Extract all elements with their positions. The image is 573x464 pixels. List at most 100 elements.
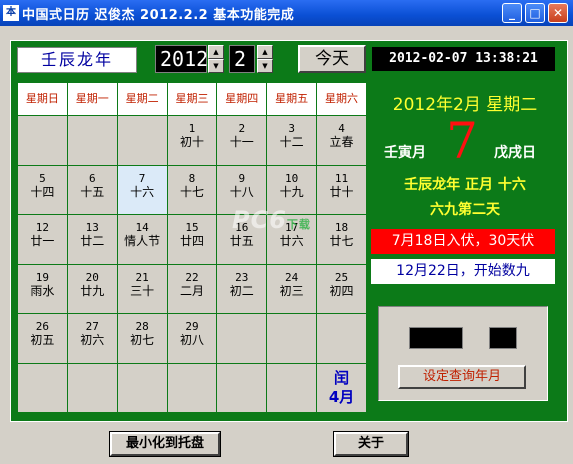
lunar-day: 廿九 [80,283,105,298]
close-button[interactable]: ✕ [548,3,568,23]
day-cell [216,362,268,413]
day-number: 4 [338,122,345,135]
minimize-to-tray-button[interactable]: 最小化到托盘 [109,431,221,457]
today-button[interactable]: 今天 [298,45,366,73]
calendar-week-row: 5 十四 6 十五 7 十六 8 十七 9 十八 10 十九 11 廿十 [17,164,367,215]
calendar-week-row: 19 雨水 20 廿九 21 三十 22 二月 23 初二 24 初三 25 初四 [17,263,367,314]
day-number: 12 [35,221,50,234]
year-up-arrow-icon[interactable]: ▲ [208,45,224,59]
query-year-field[interactable] [409,327,463,349]
day-cell[interactable]: 29 初八 [166,313,218,364]
day-cell[interactable]: 12 廿一 [17,214,68,265]
day-number: 8 [188,171,196,185]
day-cell [116,115,168,166]
leap-month-label: 闰 4月 [316,362,367,413]
lunar-day: 二月 [179,283,204,298]
query-month-field[interactable] [489,327,517,349]
day-cell[interactable]: 18 廿七 [316,214,367,265]
day-cell[interactable]: 7 十六 [116,164,168,215]
set-query-button[interactable]: 设定查询年月 [398,365,526,389]
day-cell [17,115,68,166]
day-cell[interactable]: 11 廿十 [316,164,367,215]
shujiu-notice: 12月22日，开始数九 [371,259,555,284]
month-spinner-arrows[interactable]: ▲ ▼ [257,45,273,73]
year-down-arrow-icon[interactable]: ▼ [208,59,224,73]
day-number: 21 [135,270,149,284]
day-number: 5 [39,171,46,185]
day-cell[interactable]: 3 十二 [266,115,318,166]
ganzhi-year-box: 壬辰龙年 [17,47,137,73]
calendar-week-row: 闰 4月 [17,362,367,413]
month-down-arrow-icon[interactable]: ▼ [257,59,273,73]
lunar-day: 十九 [279,184,304,199]
lunar-day: 廿一 [30,234,55,248]
day-cell[interactable]: 24 初三 [266,263,318,314]
day-number: 26 [35,320,50,333]
month-ganzhi: 壬寅月 [384,145,426,161]
weekday-header: 星期一 [66,82,118,116]
day-number: 27 [85,320,99,333]
lunar-day: 廿五 [229,234,254,248]
query-panel: 设定查询年月 [378,306,548,401]
lunar-day: 廿二 [80,234,105,248]
lunar-day: 初四 [329,283,354,298]
clock-display: 2012-02-07 13:38:21 [372,47,555,71]
day-cell[interactable]: 27 初六 [66,313,118,364]
lunar-day: 廿十 [329,184,354,199]
day-number: 20 [85,270,99,284]
minimize-button[interactable]: _ [502,3,522,23]
calendar-week-row: 1 初十 2 十一 3 十二 4 立春 [17,115,367,166]
day-cell[interactable]: 13 廿二 [66,214,118,265]
lunar-day: 十八 [229,184,254,199]
day-cell[interactable]: 22 二月 [166,263,218,314]
watermark-sub: 下载 [286,218,311,231]
day-cell[interactable]: 2 十一 [216,115,268,166]
lunar-day: 三十 [130,283,155,298]
day-cell[interactable]: 21 三十 [116,263,168,314]
maximize-button[interactable]: □ [525,3,545,23]
day-cell[interactable]: 28 初七 [116,313,168,364]
day-cell[interactable]: 15 廿四 [166,214,218,265]
day-ganzhi: 戊戌日 [494,145,536,161]
month-up-arrow-icon[interactable]: ▲ [257,45,273,59]
about-button[interactable]: 关于 [333,431,409,457]
weekday-header: 星期日 [17,82,68,116]
day-number: 2 [238,122,246,135]
day-cell [116,362,168,413]
lunar-day: 雨水 [30,283,55,298]
lunar-day: 初六 [80,333,105,347]
lunar-day: 十五 [80,184,105,199]
watermark-main: PC6 [232,206,287,234]
month-spinner-field[interactable]: 2 [229,45,255,73]
weekday-header: 星期六 [316,82,367,116]
day-cell[interactable]: 20 廿九 [66,263,118,314]
day-cell [66,115,118,166]
day-cell[interactable]: 5 十四 [17,164,68,215]
year-spinner-arrows[interactable]: ▲ ▼ [208,45,224,73]
day-cell[interactable]: 14 情人节 [116,214,168,265]
lunar-day: 廿四 [179,234,204,248]
lunar-day: 廿七 [329,234,354,248]
fu-notice: 7月18日入伏，30天伏 [371,229,555,254]
lunar-day: 十四 [30,184,55,199]
lunar-day: 廿六 [279,234,304,248]
day-number: 10 [285,171,299,185]
day-number: 13 [85,221,99,234]
day-cell[interactable]: 6 十五 [66,164,118,215]
year-spinner-field[interactable]: 2012 [155,45,208,73]
lunar-day: 十六 [130,184,155,199]
lunar-line: 壬辰龙年 正月 十六 [404,177,526,193]
day-number: 23 [235,270,249,284]
lunar-day: 十七 [179,184,204,199]
day-cell[interactable]: 1 初十 [166,115,218,166]
day-cell[interactable]: 19 雨水 [17,263,68,314]
day-cell[interactable]: 23 初二 [216,263,268,314]
calendar-week-row: 12 廿一 13 廿二 14 情人节 15 廿四 16 廿五 17 廿六 18 廿七 [17,214,367,265]
day-cell[interactable]: 25 初四 [316,263,367,314]
day-cell[interactable]: 26 初五 [17,313,68,364]
weekday-header-row: 星期日 星期一 星期二 星期三 星期四 星期五 星期六 [17,82,367,116]
day-cell[interactable]: 8 十七 [166,164,218,215]
day-cell [316,313,367,364]
shujiu-line: 六九第二天 [430,202,500,218]
day-cell[interactable]: 4 立春 [316,115,367,166]
